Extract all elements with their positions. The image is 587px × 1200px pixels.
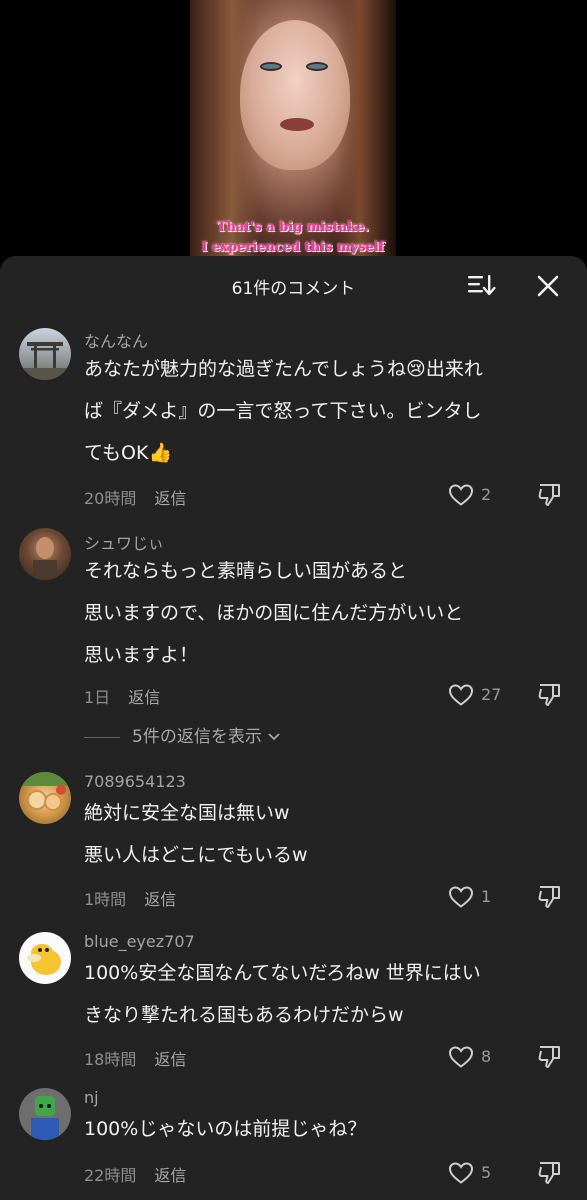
comment-username[interactable]: blue_eyez707 xyxy=(84,932,195,951)
dislike-button[interactable] xyxy=(536,481,566,511)
lego-figure-image xyxy=(31,1096,59,1140)
video-frame: That's a big mistake. I experienced this… xyxy=(190,0,396,262)
comment-meta: 20時間 返信 xyxy=(84,485,186,509)
reply-button[interactable]: 返信 xyxy=(154,1166,186,1185)
duck-character-image xyxy=(27,944,61,975)
comment-text-line: きなり撃たれる国もあるわけだからw xyxy=(84,1004,404,1026)
dislike-button[interactable] xyxy=(536,1043,566,1073)
comment-text-line: てもOK👍 xyxy=(84,442,173,464)
avatar[interactable] xyxy=(19,1088,71,1140)
comment-text-line: 思いますので、ほかの国に住んだ方がいいと xyxy=(84,602,464,624)
like-count: 5 xyxy=(481,1163,492,1182)
like-button[interactable]: 5 xyxy=(448,1159,518,1189)
comment-text: 100%じゃないのは前提じゃね？ xyxy=(84,1108,574,1150)
comment-text-line: 100%じゃないのは前提じゃね？ xyxy=(84,1118,367,1140)
video-person-face xyxy=(240,20,350,170)
comment-text-line: あなたが魅力的な過ぎたんでしょうね😢出来れ xyxy=(84,358,483,380)
thumbs-down-icon xyxy=(538,1046,560,1068)
comment-text-line: ば『ダメよ』の一言で怒って下さい。ビンタし xyxy=(84,400,482,422)
comment-meta: 22時間 返信 xyxy=(84,1162,186,1186)
video-person-eye xyxy=(306,62,328,71)
sort-button[interactable] xyxy=(466,272,496,298)
sort-icon xyxy=(468,275,496,296)
thumbs-down-icon xyxy=(538,684,560,706)
like-count: 27 xyxy=(481,685,502,704)
thumbs-down-icon xyxy=(538,886,560,908)
comment-text: それならもっと素晴らしい国があると 思いますので、ほかの国に住んだ方がいいと 思… xyxy=(84,550,574,676)
like-button[interactable]: 27 xyxy=(448,681,518,711)
video-person-eye xyxy=(260,62,282,71)
heart-icon xyxy=(448,484,474,506)
comment-meta: 1時間 返信 xyxy=(84,886,176,910)
view-replies-label: 5件の返信を表示 xyxy=(132,727,262,747)
comment-meta: 18時間 返信 xyxy=(84,1046,186,1070)
reply-button[interactable]: 返信 xyxy=(128,688,160,707)
heart-icon xyxy=(448,1046,474,1068)
thumbs-down-icon xyxy=(538,1162,560,1184)
comment-meta: 1日 返信 xyxy=(84,684,160,708)
shrine-gate-image xyxy=(19,342,71,380)
like-button[interactable]: 1 xyxy=(448,883,518,913)
comment-time: 22時間 xyxy=(84,1166,137,1185)
comment-username[interactable]: nj xyxy=(84,1088,99,1107)
divider-line xyxy=(84,736,120,738)
food-photo xyxy=(19,772,71,811)
close-icon xyxy=(537,275,559,297)
dislike-button[interactable] xyxy=(536,1159,566,1189)
comment-text-line: 思いますよ！ xyxy=(84,644,199,666)
comment-time: 18時間 xyxy=(84,1050,137,1069)
thumbs-down-icon xyxy=(538,484,560,506)
comments-sheet: 61件のコメント なんなん あなたが魅力的な過ぎたんでしょうね😢出来れ ば『ダメ… xyxy=(0,256,587,1200)
comment-time: 1時間 xyxy=(84,890,127,909)
avatar[interactable] xyxy=(19,528,71,580)
dislike-button[interactable] xyxy=(536,883,566,913)
like-button[interactable]: 8 xyxy=(448,1043,518,1073)
reply-button[interactable]: 返信 xyxy=(154,1050,186,1069)
comment-text-line: 絶対に安全な国は無いw xyxy=(84,802,290,824)
comment-text: 100%安全な国なんてないだろねw 世界にはい きなり撃たれる国もあるわけだから… xyxy=(84,952,574,1036)
video-person-lips xyxy=(280,118,314,131)
person-photo xyxy=(33,537,57,580)
comment-text-line: 100%安全な国なんてないだろねw 世界にはい xyxy=(84,962,481,984)
dislike-button[interactable] xyxy=(536,681,566,711)
video-player[interactable]: That's a big mistake. I experienced this… xyxy=(0,0,587,262)
reply-button[interactable]: 返信 xyxy=(154,489,186,508)
video-caption-line1: That's a big mistake. xyxy=(216,220,370,235)
comment-time: 20時間 xyxy=(84,489,137,508)
heart-icon xyxy=(448,886,474,908)
like-button[interactable]: 2 xyxy=(448,481,518,511)
comment-time: 1日 xyxy=(84,688,111,707)
avatar[interactable] xyxy=(19,932,71,984)
like-count: 1 xyxy=(481,887,492,906)
comment-text: あなたが魅力的な過ぎたんでしょうね😢出来れ ば『ダメよ』の一言で怒って下さい。ビ… xyxy=(84,348,574,474)
comments-count-title: 61件のコメント xyxy=(231,279,356,299)
avatar[interactable] xyxy=(19,328,71,380)
comment-username[interactable]: 7089654123 xyxy=(84,772,186,791)
comments-header: 61件のコメント xyxy=(0,256,587,316)
heart-icon xyxy=(448,1162,474,1184)
video-caption-line2: I experienced this myself xyxy=(201,240,385,255)
reply-button[interactable]: 返信 xyxy=(144,890,176,909)
view-replies-button[interactable]: 5件の返信を表示 xyxy=(84,722,281,747)
like-count: 8 xyxy=(481,1047,492,1066)
comment-text-line: 悪い人はどこにでもいるw xyxy=(84,844,308,866)
comment-text: 絶対に安全な国は無いw 悪い人はどこにでもいるw xyxy=(84,792,574,876)
chevron-down-icon xyxy=(268,733,280,741)
like-count: 2 xyxy=(481,485,492,504)
avatar[interactable] xyxy=(19,772,71,824)
close-button[interactable] xyxy=(534,272,562,300)
heart-icon xyxy=(448,684,474,706)
comment-text-line: それならもっと素晴らしい国があると xyxy=(84,560,408,582)
